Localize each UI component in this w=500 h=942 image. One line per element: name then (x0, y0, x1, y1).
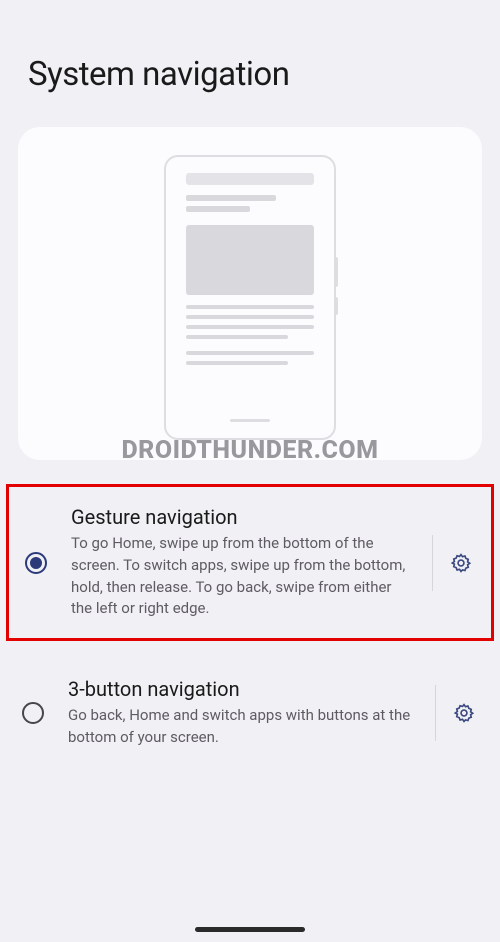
phone-side-button (334, 297, 338, 315)
placeholder-line (186, 335, 288, 339)
option-text: Gesture navigation To go Home, swipe up … (71, 505, 424, 620)
placeholder-line (186, 351, 314, 355)
gear-icon (450, 552, 472, 574)
page-title: System navigation (28, 55, 472, 94)
option-gesture-navigation[interactable]: Gesture navigation To go Home, swipe up … (6, 484, 494, 641)
placeholder-line (186, 206, 250, 212)
placeholder-line (186, 361, 288, 365)
gear-icon (453, 702, 475, 724)
divider (432, 535, 433, 591)
three-button-settings-button[interactable] (452, 701, 476, 725)
divider (435, 685, 436, 741)
header: System navigation (0, 0, 500, 119)
option-title: Gesture navigation (71, 505, 416, 529)
option-description: Go back, Home and switch apps with butto… (68, 705, 419, 749)
phone-mockup (164, 155, 336, 440)
option-three-button-navigation[interactable]: 3-button navigation Go back, Home and sw… (0, 659, 500, 767)
navigation-options-list: Gesture navigation To go Home, swipe up … (0, 484, 500, 767)
gesture-settings-button[interactable] (449, 551, 473, 575)
radio-gesture-navigation[interactable] (25, 552, 47, 574)
phone-side-button (334, 257, 338, 287)
option-text: 3-button navigation Go back, Home and sw… (68, 677, 427, 749)
phone-statusbar-placeholder (186, 173, 314, 185)
placeholder-block (186, 225, 314, 295)
option-description: To go Home, swipe up from the bottom of … (71, 533, 416, 620)
watermark-text: DROIDTHUNDER.COM (18, 436, 482, 465)
phone-screen (176, 167, 324, 428)
navigation-preview-card: DROIDTHUNDER.COM (18, 127, 482, 460)
phone-home-indicator (230, 419, 270, 422)
placeholder-line (186, 195, 276, 201)
radio-three-button-navigation[interactable] (22, 702, 44, 724)
placeholder-line (186, 315, 314, 319)
placeholder-line (186, 325, 314, 329)
placeholder-line (186, 305, 314, 309)
home-indicator[interactable] (195, 927, 305, 932)
option-title: 3-button navigation (68, 677, 419, 701)
